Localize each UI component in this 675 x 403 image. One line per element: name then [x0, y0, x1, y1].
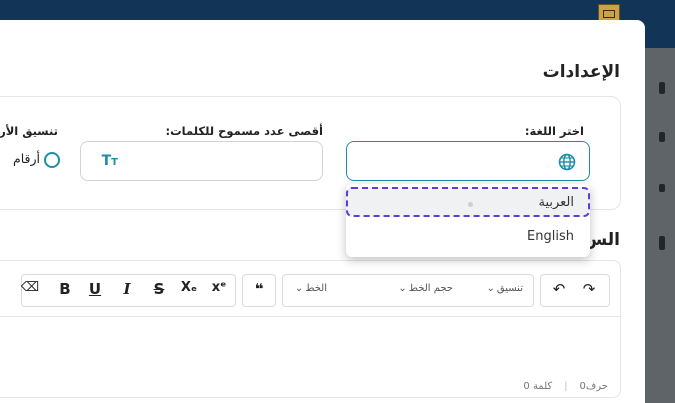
globe-icon — [558, 153, 576, 171]
language-option-arabic[interactable]: العربية — [346, 187, 590, 217]
eraser-icon[interactable]: ⌫ — [20, 280, 40, 295]
italic-button[interactable]: I — [117, 280, 137, 298]
editor-counter: حرف0|كلمة 0 — [523, 381, 608, 392]
background-rail — [645, 48, 675, 403]
text-style-group: xᵉ Xₑ S I U B ⌫ — [21, 274, 236, 307]
strikethrough-button[interactable]: S — [149, 280, 169, 298]
chevron-down-icon: ⌄ — [398, 283, 407, 294]
word-count: كلمة 0 — [523, 381, 553, 392]
quote-button[interactable]: ❝ — [249, 280, 269, 298]
format-label: تنسيق الأر — [0, 124, 58, 138]
editor-toolbar: ↷ ↶ تنسيق⌄ حجم الخط⌄ الخط⌄ ❝ xᵉ Xₑ S I U… — [0, 261, 620, 317]
max-words-label: أقصى عدد مسموح للكلمات: — [165, 124, 323, 138]
max-words-input[interactable]: TT — [80, 141, 323, 181]
background-icon — [659, 82, 665, 94]
text-size-icon: TT — [101, 153, 118, 169]
superscript-button[interactable]: xᵉ — [209, 280, 229, 295]
language-select[interactable] — [346, 141, 590, 181]
background-icon — [659, 236, 665, 250]
font-dropdown[interactable]: الخط⌄ — [295, 283, 327, 294]
chevron-down-icon: ⌄ — [294, 283, 304, 294]
undo-button[interactable]: ↶ — [549, 280, 569, 298]
style-group: تنسيق⌄ حجم الخط⌄ الخط⌄ — [282, 274, 534, 307]
background-icon — [659, 132, 665, 142]
char-count: حرف0 — [579, 381, 608, 392]
redo-button[interactable]: ↷ — [579, 280, 599, 298]
text-editor: ↷ ↶ تنسيق⌄ حجم الخط⌄ الخط⌄ ❝ xᵉ Xₑ S I U… — [0, 260, 621, 398]
format-dropdown[interactable]: تنسيق⌄ — [487, 283, 523, 294]
chevron-down-icon: ⌄ — [486, 283, 495, 294]
language-option-english[interactable]: English — [346, 223, 590, 253]
numbers-radio-label: أرقام — [12, 151, 40, 166]
settings-title: الإعدادات — [542, 62, 620, 82]
quote-group: ❝ — [242, 274, 276, 307]
underline-button[interactable]: U — [85, 280, 105, 298]
language-dropdown-menu: العربية English — [346, 184, 590, 257]
font-size-dropdown[interactable]: حجم الخط⌄ — [398, 283, 453, 294]
history-group: ↷ ↶ — [540, 274, 610, 307]
background-icon — [659, 184, 665, 192]
language-label: اختر اللغة: — [524, 124, 584, 138]
mouse-cursor-indicator — [468, 202, 473, 207]
numbers-radio[interactable] — [44, 152, 60, 168]
bold-button[interactable]: B — [55, 280, 75, 298]
subscript-button[interactable]: Xₑ — [179, 280, 199, 295]
